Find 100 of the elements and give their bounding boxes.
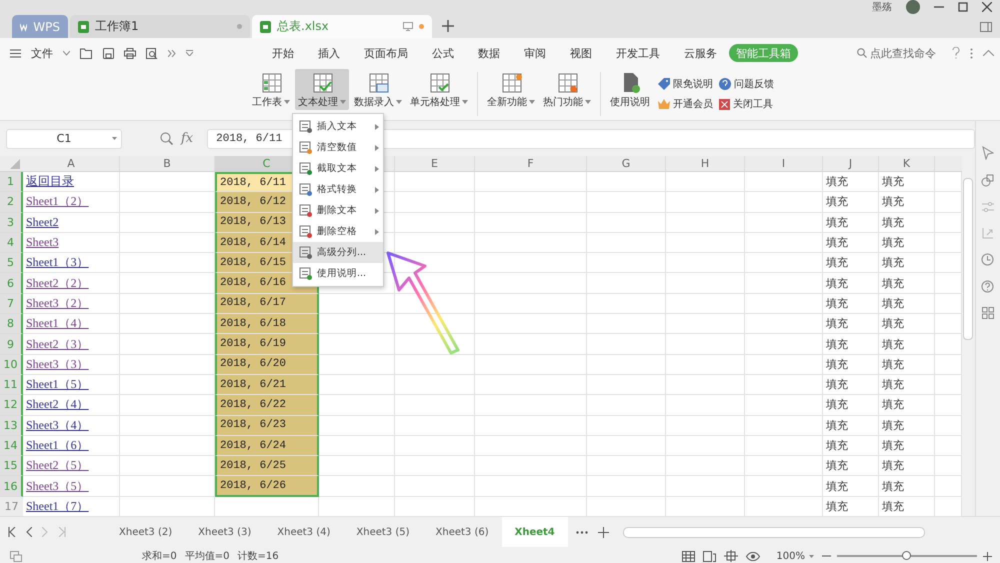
hyperlink[interactable]: Sheet1（4） (26, 315, 89, 332)
history-icon[interactable] (981, 253, 994, 266)
more-icon[interactable] (168, 50, 176, 56)
column-header[interactable]: G (587, 156, 666, 171)
hyperlink[interactable]: Sheet2 (26, 214, 59, 230)
ribbon-tab[interactable]: 视图 (558, 44, 604, 62)
help-icon[interactable] (952, 47, 960, 59)
ribbon-button[interactable]: 工作表 (249, 69, 293, 110)
column-header[interactable]: K (879, 156, 935, 171)
kebab-menu-icon[interactable] (970, 48, 973, 58)
ribbon-tab[interactable]: 开发工具 (604, 44, 672, 62)
chevron-down-icon[interactable] (63, 50, 70, 56)
horizontal-scrollbar[interactable] (622, 526, 925, 538)
menu-item[interactable]: 截取文本 (293, 158, 383, 179)
ribbon-tab[interactable]: 插入 (306, 44, 352, 62)
maximize-icon[interactable] (958, 2, 968, 12)
cursor-icon[interactable] (982, 146, 994, 160)
avatar[interactable] (906, 0, 920, 14)
ribbon-tab[interactable]: 开始 (260, 44, 306, 62)
ribbon-tab[interactable]: 公式 (420, 44, 466, 62)
ribbon-tab[interactable]: 页面布局 (352, 44, 420, 62)
tool-link[interactable]: 限免说明 (658, 77, 713, 91)
ribbon-button[interactable]: 全新功能 (484, 69, 538, 110)
sheet-tab[interactable]: Xheet3 (4) (264, 517, 344, 547)
customize-icon[interactable] (186, 50, 193, 56)
document-tab[interactable]: 工作簿1 (70, 15, 250, 38)
zoom-icon[interactable] (160, 132, 173, 145)
command-search[interactable]: 点此查找命令 (857, 46, 942, 60)
column-header[interactable]: I (745, 156, 823, 171)
page-layout-icon[interactable] (724, 550, 738, 562)
apps-icon[interactable] (982, 307, 994, 319)
column-header[interactable]: H (666, 156, 745, 171)
column-header[interactable]: E (395, 156, 475, 171)
tool-link[interactable]: 关闭工具 (719, 97, 774, 111)
menu-item[interactable]: 清空数值 (293, 137, 383, 158)
menu-item[interactable]: 使用说明... (293, 263, 383, 284)
column-header[interactable]: F (475, 156, 587, 171)
shapes-icon[interactable] (981, 174, 994, 187)
ribbon-button[interactable]: 数据录入 (351, 69, 405, 110)
ribbon-button[interactable]: 使用说明 (607, 69, 653, 110)
hyperlink[interactable]: Sheet3（5） (26, 478, 89, 495)
save-icon[interactable] (103, 48, 114, 58)
hyperlink[interactable]: Sheet1（5） (26, 376, 89, 394)
caret-icon[interactable] (809, 554, 814, 558)
hyperlink[interactable]: Sheet3（2） (26, 294, 89, 312)
sheet-tab[interactable]: Xheet3 (3) (185, 517, 264, 547)
sheet-tab[interactable]: Xheet3 (5) (343, 517, 422, 547)
menu-item[interactable]: 删除文本 (293, 200, 383, 221)
previous-sheet-icon[interactable] (26, 527, 32, 537)
tool-link[interactable]: 开通会员 (658, 97, 713, 111)
hyperlink[interactable]: Sheet1（2） (26, 193, 89, 210)
ribbon-tab[interactable]: 数据 (466, 44, 512, 62)
hyperlink[interactable]: Sheet1（6） (26, 437, 89, 454)
minimize-icon[interactable] (934, 6, 944, 8)
eye-icon[interactable] (746, 552, 760, 560)
hyperlink[interactable]: 返回目录 (26, 173, 74, 190)
hyperlink[interactable]: Sheet1（3） (26, 254, 89, 272)
help-icon[interactable] (981, 280, 994, 293)
slider-thumb[interactable] (902, 551, 911, 560)
sheet-tab[interactable]: Xheet3 (6) (422, 517, 502, 547)
new-tab-button[interactable] (442, 20, 454, 32)
ribbon-button[interactable]: 热门功能 (540, 69, 594, 110)
menu-item[interactable]: 插入文本 (293, 116, 383, 137)
scrollbar-thumb[interactable] (963, 178, 974, 340)
hyperlink[interactable]: Sheet3（3） (26, 356, 89, 373)
column-header[interactable]: A (23, 156, 120, 171)
menu-item[interactable]: 删除空格 (293, 221, 383, 242)
zoom-level[interactable]: 100% (776, 550, 805, 562)
ribbon-button[interactable]: 单元格处理 (407, 69, 471, 110)
more-sheets-icon[interactable] (576, 530, 588, 534)
side-panel-icon[interactable] (980, 22, 992, 32)
hyperlink[interactable]: Sheet3（4） (26, 416, 89, 434)
ribbon-button[interactable]: 文本处理 (295, 69, 349, 110)
normal-view-icon[interactable] (682, 550, 696, 562)
hyperlink[interactable]: Sheet2（4） (26, 396, 89, 414)
sheet-tab[interactable]: Xheet3 (2) (106, 517, 186, 547)
page-break-view-icon[interactable] (703, 550, 716, 562)
menu-item[interactable]: 格式转换 (293, 179, 383, 200)
ribbon-tab[interactable]: 审阅 (512, 44, 558, 62)
hyperlink[interactable]: Sheet2（3） (26, 336, 89, 353)
ribbon-tab[interactable]: 云服务 (672, 44, 729, 62)
close-icon[interactable] (982, 2, 992, 12)
first-sheet-icon[interactable] (8, 527, 16, 537)
sliders-icon[interactable] (982, 201, 994, 213)
column-header[interactable]: J (823, 156, 879, 171)
add-sheet-icon[interactable] (598, 526, 609, 538)
menu-icon[interactable] (10, 48, 21, 58)
name-box[interactable]: C1 (6, 128, 122, 148)
collapse-icon[interactable] (983, 50, 994, 56)
zoom-in-icon[interactable] (983, 552, 992, 560)
hyperlink[interactable]: Sheet2（5） (26, 457, 89, 474)
hyperlink[interactable]: Sheet3 (26, 235, 59, 250)
print-preview-icon[interactable] (146, 48, 158, 58)
folder-icon[interactable] (80, 48, 93, 58)
insert-function-button[interactable]: fx (181, 131, 194, 146)
hyperlink[interactable]: Sheet2（2） (26, 274, 89, 292)
print-icon[interactable] (124, 48, 136, 58)
hyperlink[interactable]: Sheet1（7） (26, 498, 89, 515)
file-menu[interactable]: 文件 (31, 44, 53, 62)
tool-link[interactable]: 问题反馈 (719, 77, 774, 91)
